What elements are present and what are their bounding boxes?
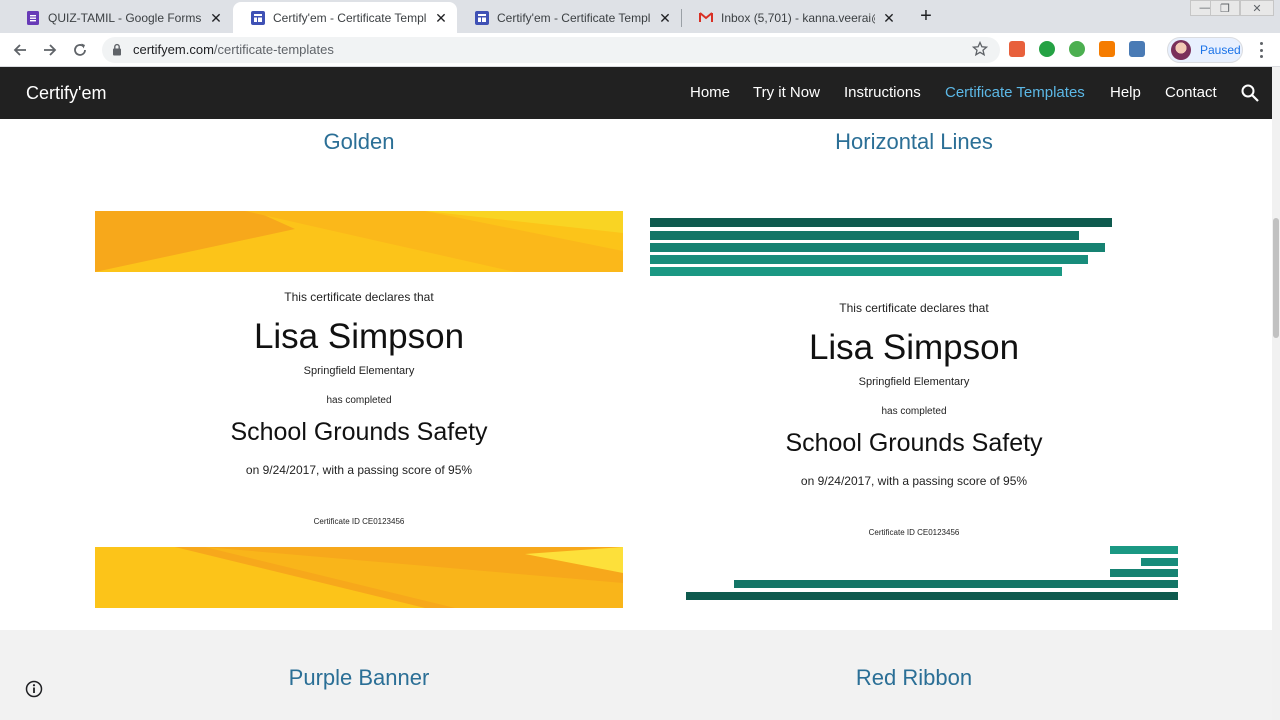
site-navbar: Certify'em Home Try it Now Instructions … [0, 67, 1272, 119]
horizontal-lines-certificate-preview[interactable]: This certificate declares that Lisa Simp… [650, 211, 1178, 608]
nav-contact[interactable]: Contact [1165, 84, 1217, 101]
more-templates-section: Purple Banner Red Ribbon [0, 630, 1272, 720]
cert-details: on 9/24/2017, with a passing score of 95… [245, 463, 473, 477]
cert-recipient-name: Lisa Simpson [253, 317, 465, 356]
nav-home[interactable]: Home [690, 84, 730, 101]
extension-bag-icon[interactable] [1099, 41, 1115, 57]
url-path: /certificate-templates [213, 42, 334, 57]
extension-print-icon[interactable] [1129, 41, 1145, 57]
certifyem-icon [251, 10, 265, 25]
browser-tab-strip: QUIZ-TAMIL - Google Forms ✕ Certify'em -… [0, 0, 1280, 33]
template-title-red-ribbon[interactable]: Red Ribbon [809, 665, 1019, 691]
url-text: certifyem.com/certificate-templates [133, 42, 334, 57]
cert-organization: Springfield Elementary [858, 376, 970, 388]
tab-certifyem-active[interactable]: Certify'em - Certificate Templates ✕ [233, 2, 457, 33]
golden-banner-graphic [95, 211, 623, 608]
cert-declares-text: This certificate declares that [284, 290, 434, 304]
site-brand[interactable]: Certify'em [26, 83, 106, 104]
tab-gmail[interactable]: Inbox (5,701) - kanna.veerai@gmail.com ✕ [681, 2, 905, 33]
certifyem-icon [475, 10, 489, 25]
nav-help[interactable]: Help [1110, 84, 1141, 101]
tab-title: QUIZ-TAMIL - Google Forms [48, 10, 202, 25]
template-title-horizontal-lines[interactable]: Horizontal Lines [794, 129, 1034, 155]
tab-title: Inbox (5,701) - kanna.veerai@gmail.com [721, 10, 875, 25]
golden-certificate-preview[interactable]: This certificate declares that Lisa Simp… [95, 211, 623, 608]
extension-whatsapp-icon[interactable] [1039, 41, 1055, 57]
tab-google-forms[interactable]: QUIZ-TAMIL - Google Forms ✕ [8, 2, 232, 33]
lock-icon [112, 43, 122, 61]
nav-certificate-templates[interactable]: Certificate Templates [945, 84, 1085, 101]
search-icon[interactable] [1240, 83, 1260, 103]
close-tab-icon[interactable]: ✕ [208, 10, 224, 26]
browser-menu-icon[interactable] [1258, 42, 1264, 58]
close-tab-icon[interactable]: ✕ [881, 10, 897, 26]
close-tab-icon[interactable]: ✕ [657, 10, 673, 26]
template-title-golden[interactable]: Golden [259, 129, 459, 155]
cert-organization: Springfield Elementary [303, 365, 415, 377]
bookmark-star-icon[interactable] [971, 40, 989, 62]
profile-status: Paused [1200, 43, 1241, 57]
google-forms-icon [26, 10, 40, 25]
url-host: certifyem.com [133, 42, 214, 57]
browser-toolbar: certifyem.com/certificate-templates Paus… [0, 33, 1280, 67]
nav-instructions[interactable]: Instructions [844, 84, 921, 101]
avatar [1171, 40, 1191, 60]
forward-button[interactable] [38, 38, 62, 62]
reload-icon [74, 43, 86, 56]
cert-completed-text: has completed [326, 395, 392, 406]
gmail-icon [699, 11, 713, 25]
address-bar[interactable]: certifyem.com/certificate-templates [102, 37, 1000, 63]
tab-title: Certify'em - Certificate Templates [497, 10, 651, 25]
reload-button[interactable] [68, 38, 92, 62]
cert-course-name: School Grounds Safety [785, 429, 1043, 457]
extension-plus-icon[interactable] [1009, 41, 1025, 57]
close-tab-icon[interactable]: ✕ [433, 10, 449, 26]
page-scrollbar[interactable] [1272, 67, 1280, 720]
tab-title: Certify'em - Certificate Templates [273, 10, 427, 25]
restore-button[interactable]: ❐ [1210, 0, 1240, 16]
cert-course-name: School Grounds Safety [230, 418, 488, 446]
window-close-button[interactable]: ✕ [1240, 0, 1274, 16]
cert-recipient-name: Lisa Simpson [808, 328, 1020, 367]
extension-green-icon[interactable] [1069, 41, 1085, 57]
profile-button[interactable]: Paused [1167, 37, 1243, 63]
info-icon[interactable] [25, 680, 43, 698]
back-arrow-icon [13, 44, 26, 56]
templates-gallery: Golden This certificate declares that Li… [0, 119, 1272, 720]
cert-details: on 9/24/2017, with a passing score of 95… [800, 474, 1028, 488]
cert-declares-text: This certificate declares that [839, 301, 989, 315]
cert-id: Certificate ID CE0123456 [868, 528, 960, 537]
new-tab-button[interactable]: + [915, 6, 937, 28]
cert-id: Certificate ID CE0123456 [313, 517, 405, 526]
template-title-purple-banner[interactable]: Purple Banner [234, 665, 484, 691]
forward-arrow-icon [44, 44, 57, 56]
cert-completed-text: has completed [881, 406, 947, 417]
scrollbar-thumb[interactable] [1273, 218, 1279, 338]
back-button[interactable] [8, 38, 32, 62]
nav-try-it-now[interactable]: Try it Now [753, 84, 820, 101]
tab-certifyem[interactable]: Certify'em - Certificate Templates ✕ [457, 2, 681, 33]
